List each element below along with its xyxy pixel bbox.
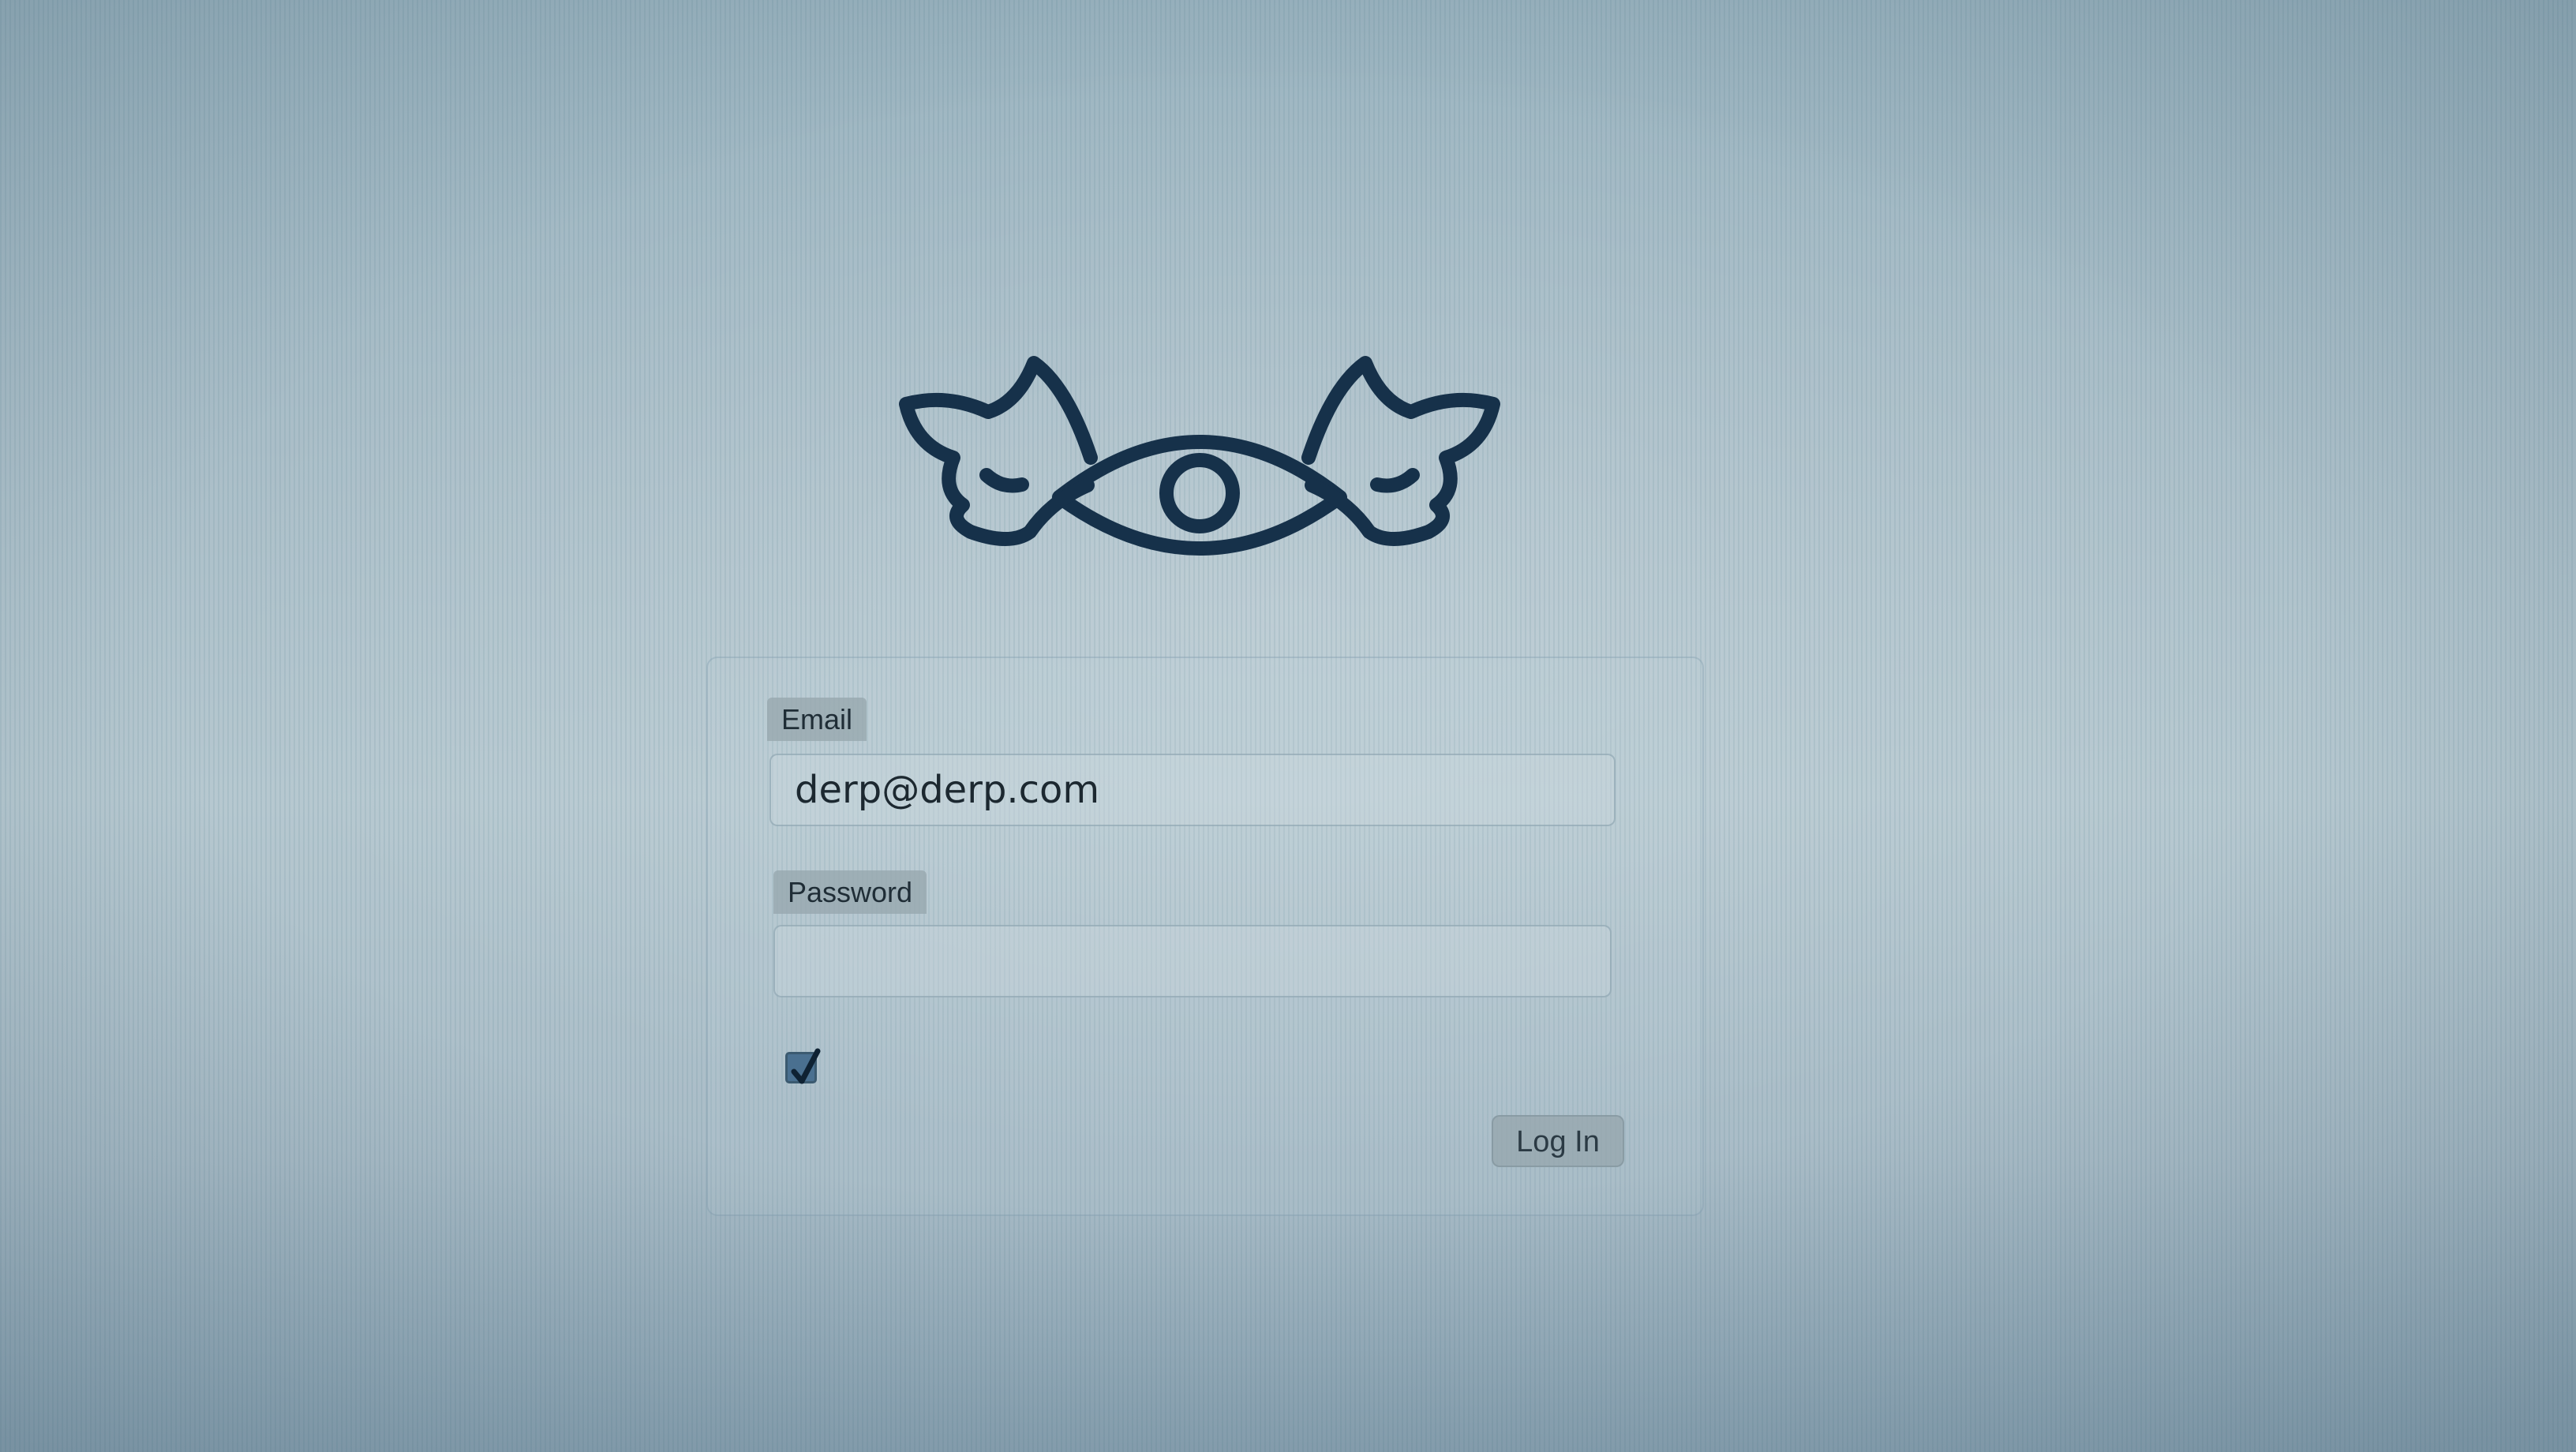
log-in-button[interactable]: Log In <box>1492 1115 1624 1167</box>
email-field[interactable] <box>769 754 1616 826</box>
email-label: Email <box>767 698 867 742</box>
password-field[interactable] <box>773 925 1612 997</box>
remember-checkbox[interactable] <box>785 1048 821 1084</box>
checkmark-icon <box>791 1048 821 1084</box>
password-label: Password <box>773 870 927 915</box>
winged-eye-logo-icon <box>899 356 1500 556</box>
